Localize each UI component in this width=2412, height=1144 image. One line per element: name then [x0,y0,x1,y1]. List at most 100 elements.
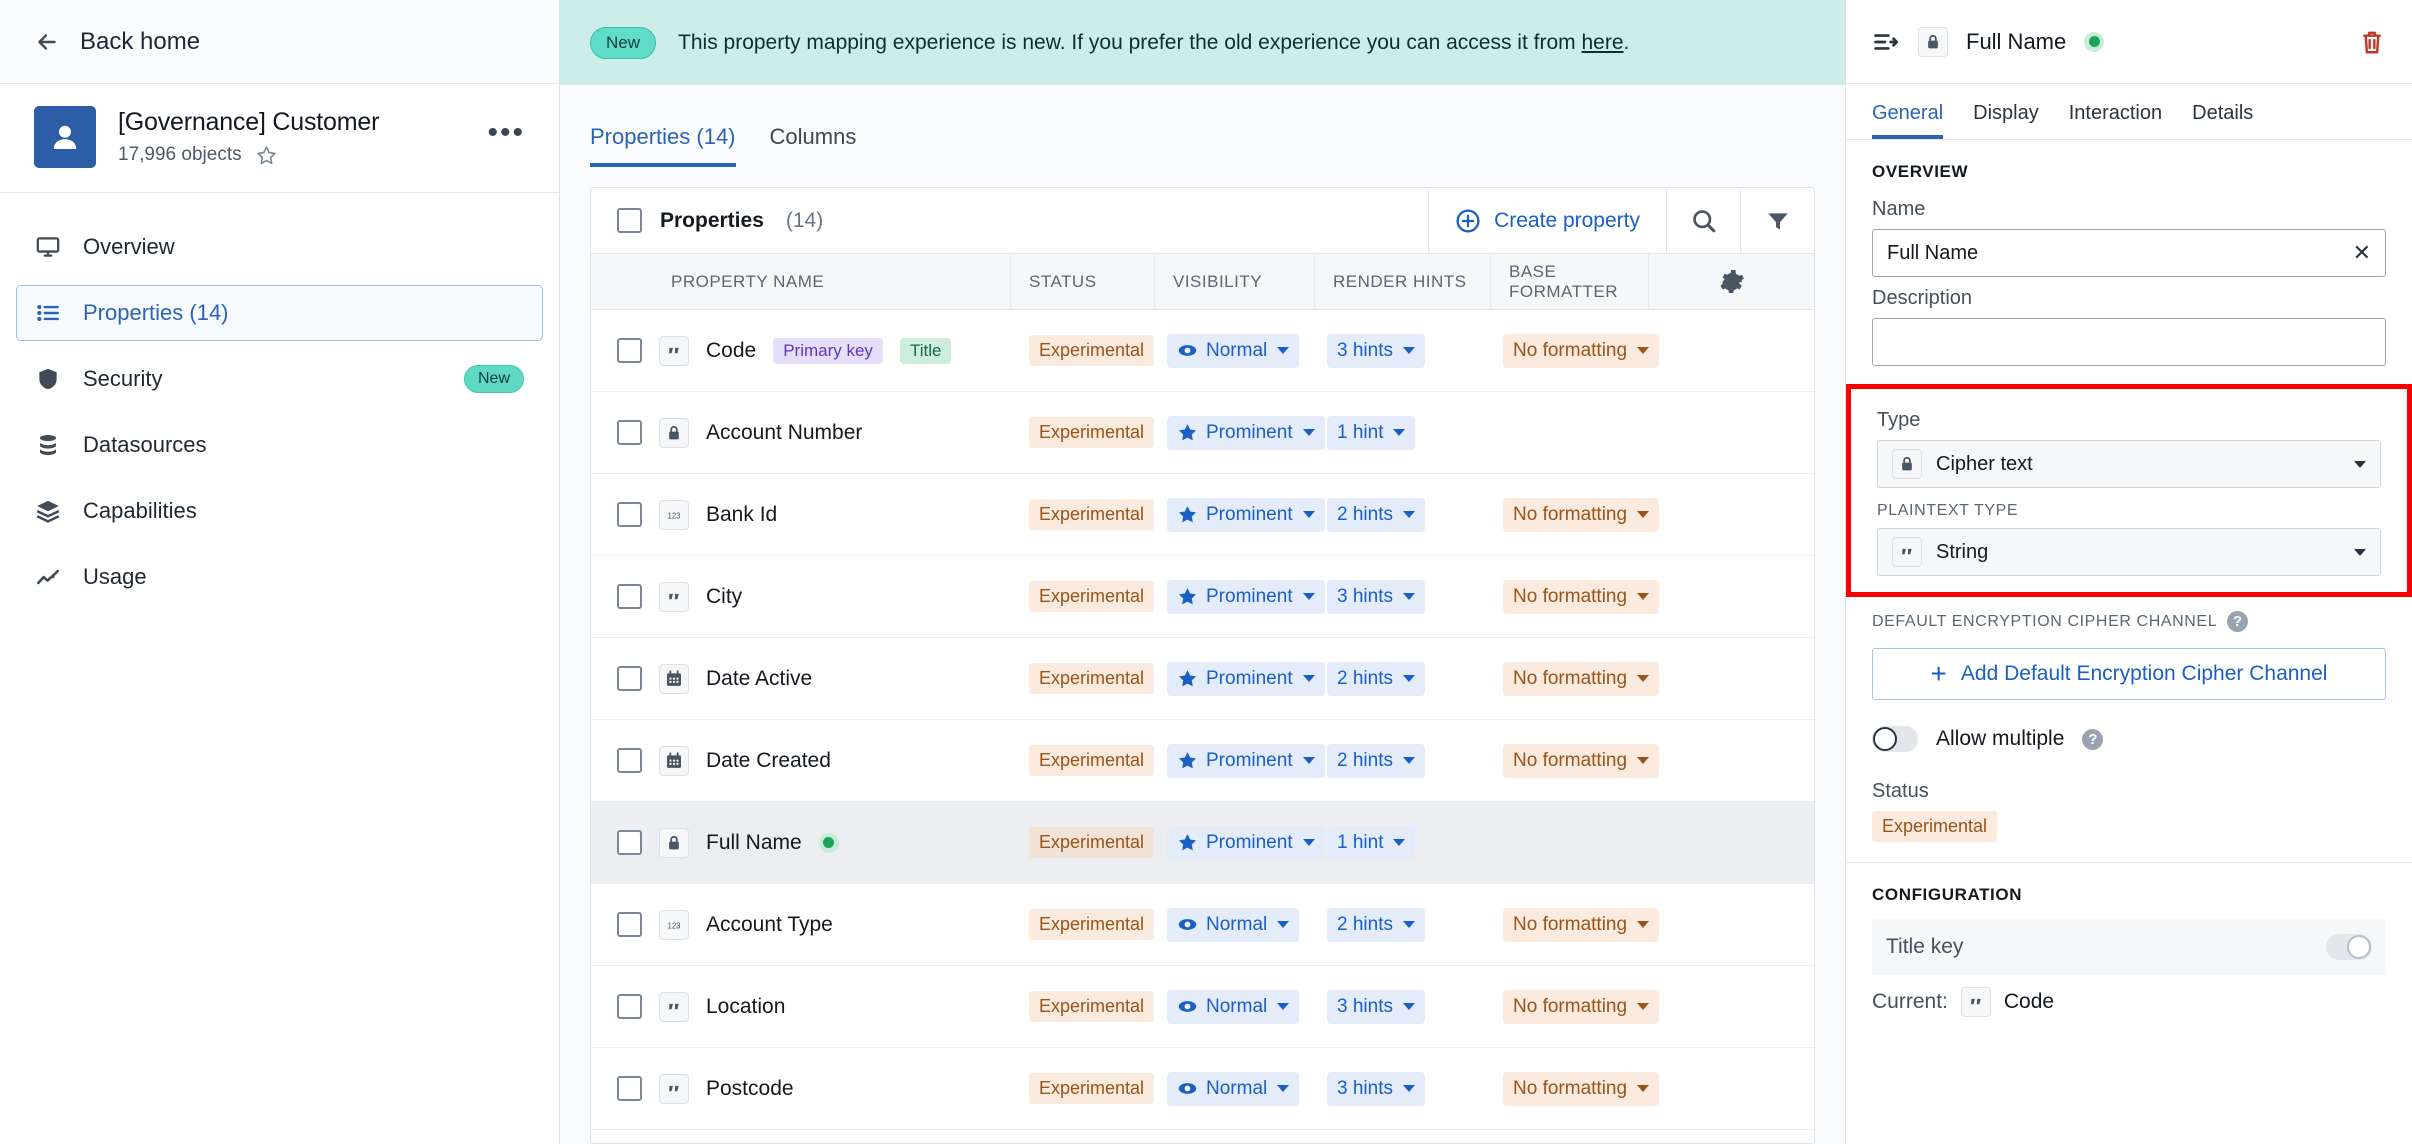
back-home-button[interactable]: Back home [0,0,559,84]
add-cipher-channel-button[interactable]: + Add Default Encryption Cipher Channel [1872,648,2386,700]
base-formatter-dropdown[interactable]: No formatting [1503,1071,1660,1106]
string-icon [669,593,679,599]
base-formatter-dropdown[interactable]: No formatting [1503,579,1660,614]
base-formatter-dropdown[interactable]: No formatting [1503,661,1660,696]
property-name-label: Account Type [706,912,833,936]
select-all-checkbox[interactable] [617,208,642,233]
render-hints-dropdown[interactable]: 1 hint [1327,415,1416,450]
column-header-base-formatter: BASE FORMATTER [1491,254,1649,309]
table-row[interactable]: Account Number Experimental Prominent 1 hin… [591,392,1814,474]
visibility-value: Prominent [1206,831,1293,853]
status-value-wrap: Experimental [1846,811,2412,842]
panel-tab-display[interactable]: Display [1973,102,2039,139]
allow-multiple-toggle[interactable] [1872,726,1918,752]
plaintext-type-select[interactable]: String [1877,528,2381,576]
row-checkbox[interactable] [617,994,642,1019]
table-row[interactable]: Bank Id Experimental Prominent 2 hints No fo… [591,474,1814,556]
sidebar-item-overview[interactable]: Overview [16,219,543,275]
row-checkbox[interactable] [617,338,642,363]
row-checkbox[interactable] [617,912,642,937]
table-row[interactable]: Postcode Experimental Normal 3 hints No form… [591,1048,1814,1130]
type-select[interactable]: Cipher text [1877,440,2381,488]
object-title: [Governance] Customer [118,107,380,136]
table-settings-button[interactable] [1649,254,1814,309]
monitor-icon [36,237,60,257]
clear-name-icon[interactable]: ✕ [2353,242,2371,264]
render-hints-dropdown[interactable]: 3 hints [1327,989,1425,1024]
tab-properties[interactable]: Properties (14) [590,124,736,167]
visibility-dropdown[interactable]: Normal [1167,1071,1300,1106]
panel-tab-details[interactable]: Details [2192,102,2253,139]
visibility-dropdown[interactable]: Prominent [1167,415,1325,450]
sidebar-item-usage[interactable]: Usage [16,549,543,605]
row-checkbox[interactable] [617,666,642,691]
row-checkbox[interactable] [617,502,642,527]
render-hints-dropdown[interactable]: 2 hints [1327,743,1425,778]
shield-icon [35,366,61,392]
sidebar-item-datasources[interactable]: Datasources [16,417,543,473]
visibility-dropdown[interactable]: Normal [1167,907,1300,942]
visibility-dropdown[interactable]: Normal [1167,333,1300,368]
main-content: New This property mapping experience is … [560,0,1846,1144]
row-checkbox[interactable] [617,1076,642,1101]
base-formatter-value: No formatting [1513,995,1628,1017]
base-formatter-dropdown[interactable]: No formatting [1503,497,1660,532]
back-home-label: Back home [80,27,201,55]
base-formatter-value: No formatting [1513,667,1628,689]
render-hints-dropdown[interactable]: 2 hints [1327,497,1425,532]
table-row[interactable]: Date Active Experimental Prominent 2 hints N… [591,638,1814,720]
sidebar-item-properties[interactable]: Properties (14) [16,285,543,341]
table-body: Code Primary key Title Experimental Normal 3 … [591,310,1814,1143]
cell-status: Experimental [1011,335,1155,366]
render-hints-dropdown[interactable]: 2 hints [1327,661,1425,696]
sidebar-item-capabilities[interactable]: Capabilities [16,483,543,539]
object-header: [Governance] Customer 17,996 objects ••• [0,84,559,193]
render-hints-dropdown[interactable]: 3 hints [1327,579,1425,614]
render-hints-dropdown[interactable]: 3 hints [1327,333,1425,368]
base-formatter-dropdown[interactable]: No formatting [1503,333,1660,368]
title-key-toggle[interactable] [2326,934,2372,960]
row-checkbox[interactable] [617,748,642,773]
visibility-dropdown[interactable]: Prominent [1167,743,1325,778]
favorite-star-icon[interactable] [255,144,278,167]
sidebar-item-security[interactable]: Security New [16,351,543,407]
visibility-dropdown[interactable]: Prominent [1167,497,1325,532]
description-input[interactable] [1872,318,2386,366]
base-formatter-dropdown[interactable]: No formatting [1503,989,1660,1024]
banner-here-link[interactable]: here [1581,31,1623,54]
visibility-dropdown[interactable]: Prominent [1167,661,1325,696]
name-input[interactable]: Full Name ✕ [1872,229,2386,277]
visibility-dropdown[interactable]: Prominent [1167,579,1325,614]
base-formatter-dropdown[interactable]: No formatting [1503,743,1660,778]
row-checkbox[interactable] [617,420,642,445]
panel-tab-general[interactable]: General [1872,102,1944,139]
property-name-label: Full Name [706,830,802,854]
table-row[interactable]: Location Experimental Normal 3 hints No form… [591,966,1814,1048]
create-property-button[interactable]: Create property [1428,188,1666,253]
panel-tab-interaction[interactable]: Interaction [2069,102,2162,139]
table-row[interactable]: Full Name Experimental Prominent 1 hint [591,802,1814,884]
render-hints-dropdown[interactable]: 2 hints [1327,907,1425,942]
table-row[interactable]: City Experimental Prominent 3 hints No forma… [591,556,1814,638]
visibility-dropdown[interactable]: Normal [1167,989,1300,1024]
base-formatter-dropdown[interactable]: No formatting [1503,907,1660,942]
search-button[interactable] [1666,188,1740,253]
panel-collapse-icon[interactable] [1872,28,1900,56]
render-hints-value: 3 hints [1337,1077,1393,1099]
tab-columns[interactable]: Columns [770,124,857,167]
visibility-value: Prominent [1206,667,1293,689]
table-row[interactable]: Date Created Experimental Prominent 2 hints… [591,720,1814,802]
render-hints-dropdown[interactable]: 3 hints [1327,1071,1425,1106]
visibility-dropdown[interactable]: Prominent [1167,825,1325,860]
trash-icon[interactable] [2358,28,2386,56]
monitor-icon [35,234,61,260]
table-row[interactable]: Code Primary key Title Experimental Normal 3 … [591,310,1814,392]
render-hints-dropdown[interactable]: 1 hint [1327,825,1416,860]
filter-button[interactable] [1740,188,1814,253]
allow-multiple-help-icon[interactable]: ? [2082,728,2104,750]
object-more-menu-button[interactable]: ••• [487,118,525,156]
help-icon[interactable]: ? [2227,611,2249,632]
row-checkbox[interactable] [617,830,642,855]
table-row[interactable]: Account Type Experimental Normal 2 hints No … [591,884,1814,966]
row-checkbox[interactable] [617,584,642,609]
